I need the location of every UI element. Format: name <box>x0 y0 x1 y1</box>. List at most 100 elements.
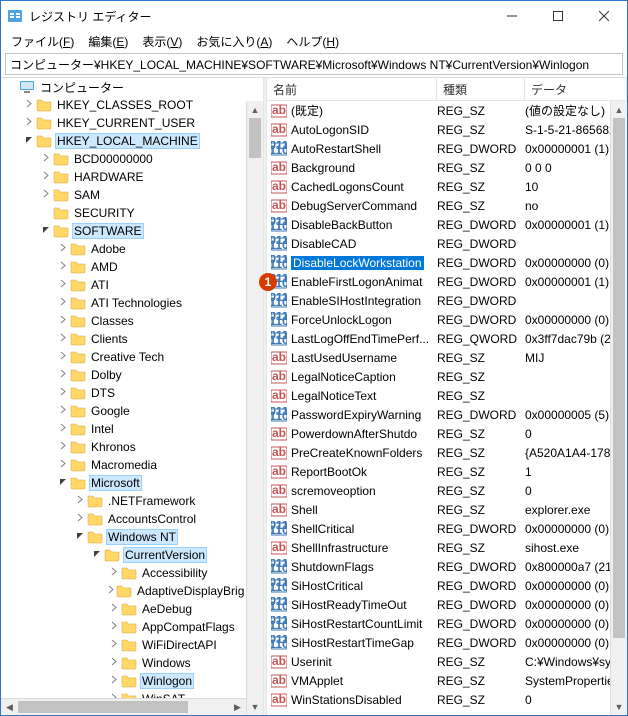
collapse-icon[interactable] <box>56 477 70 489</box>
expand-icon[interactable] <box>22 99 36 111</box>
value-row[interactable]: ShutdownFlagsREG_DWORD0x800000a7 (214 <box>267 557 627 576</box>
tree-node-google[interactable]: Google <box>1 402 246 420</box>
value-row[interactable]: DebugServerCommandREG_SZno <box>267 196 627 215</box>
close-button[interactable] <box>581 1 627 31</box>
tree-node--[interactable]: コンピューター <box>1 78 246 96</box>
tree-node-intel[interactable]: Intel <box>1 420 246 438</box>
tree-node-windows-nt[interactable]: Windows NT <box>1 528 246 546</box>
value-row[interactable]: EnableFirstLogonAnimatREG_DWORD0x0000000… <box>267 272 627 291</box>
value-row[interactable]: ShellREG_SZexplorer.exe <box>267 500 627 519</box>
expand-icon[interactable] <box>56 333 70 345</box>
tree-node-wifidirectapi[interactable]: WiFiDirectAPI <box>1 636 246 654</box>
expand-icon[interactable] <box>56 243 70 255</box>
value-row[interactable]: AutoLogonSIDREG_SZS-1-5-21-865682 <box>267 120 627 139</box>
value-row[interactable]: PasswordExpiryWarningREG_DWORD0x00000005… <box>267 405 627 424</box>
expand-icon[interactable] <box>56 387 70 399</box>
menu-view[interactable]: 表示(V) <box>136 31 188 52</box>
tree-node-winsat[interactable]: WinSAT <box>1 690 246 698</box>
menu-favorites[interactable]: お気に入り(A) <box>190 31 278 52</box>
value-row[interactable]: LastLogOffEndTimePerf...REG_QWORD0x3ff7d… <box>267 329 627 348</box>
tree-node-adaptivedisplaybrig[interactable]: AdaptiveDisplayBrig <box>1 582 246 600</box>
value-row[interactable]: EnableSIHostIntegrationREG_DWORD <box>267 291 627 310</box>
value-row[interactable]: SiHostCriticalREG_DWORD0x00000000 (0) <box>267 576 627 595</box>
minimize-button[interactable] <box>489 1 535 31</box>
column-name[interactable]: 名前 <box>267 78 437 100</box>
tree-node-security[interactable]: SECURITY <box>1 204 246 222</box>
tree-horizontal-scrollbar[interactable]: ◀ ▶ <box>1 698 246 715</box>
address-bar[interactable]: コンピューター¥HKEY_LOCAL_MACHINE¥SOFTWARE¥Micr… <box>5 53 623 75</box>
value-row[interactable]: PreCreateKnownFoldersREG_SZ{A520A1A4-178… <box>267 443 627 462</box>
collapse-icon[interactable] <box>39 225 53 237</box>
tree-node-classes[interactable]: Classes <box>1 312 246 330</box>
collapse-icon[interactable] <box>90 549 104 561</box>
expand-icon[interactable] <box>107 639 121 651</box>
value-row[interactable]: LastUsedUsernameREG_SZMIJ <box>267 348 627 367</box>
value-row[interactable]: DisableLockWorkstationREG_DWORD0x0000000… <box>267 253 627 272</box>
tree-node-dolby[interactable]: Dolby <box>1 366 246 384</box>
expand-icon[interactable] <box>56 405 70 417</box>
expand-icon[interactable] <box>56 297 70 309</box>
collapse-icon[interactable] <box>22 135 36 147</box>
expand-icon[interactable] <box>107 603 121 615</box>
value-row[interactable]: SiHostReadyTimeOutREG_DWORD0x00000000 (0… <box>267 595 627 614</box>
value-row[interactable]: VMAppletREG_SZSystemPropertie <box>267 671 627 690</box>
menu-file[interactable]: ファイル(F) <box>5 31 80 52</box>
tree-node-windows[interactable]: Windows <box>1 654 246 672</box>
value-row[interactable]: DisableBackButtonREG_DWORD0x00000001 (1) <box>267 215 627 234</box>
expand-icon[interactable] <box>107 585 116 597</box>
expand-icon[interactable] <box>22 117 36 129</box>
value-row[interactable]: ForceUnlockLogonREG_DWORD0x00000000 (0) <box>267 310 627 329</box>
value-row[interactable]: PowerdownAfterShutdoREG_SZ0 <box>267 424 627 443</box>
expand-icon[interactable] <box>39 189 53 201</box>
expand-icon[interactable] <box>56 423 70 435</box>
value-row[interactable]: CachedLogonsCountREG_SZ10 <box>267 177 627 196</box>
tree-node-dts[interactable]: DTS <box>1 384 246 402</box>
value-row[interactable]: SiHostRestartCountLimitREG_DWORD0x000000… <box>267 614 627 633</box>
value-row[interactable]: ShellInfrastructureREG_SZsihost.exe <box>267 538 627 557</box>
menu-edit[interactable]: 編集(E) <box>82 31 134 52</box>
value-row[interactable]: scremoveoptionREG_SZ0 <box>267 481 627 500</box>
value-row[interactable]: LegalNoticeCaptionREG_SZ <box>267 367 627 386</box>
expand-icon[interactable] <box>73 513 87 525</box>
collapse-icon[interactable] <box>73 531 87 543</box>
tree-node-sam[interactable]: SAM <box>1 186 246 204</box>
expand-icon[interactable] <box>56 459 70 471</box>
value-row[interactable]: ReportBootOkREG_SZ1 <box>267 462 627 481</box>
tree-node--netframework[interactable]: .NETFramework <box>1 492 246 510</box>
tree-node-aedebug[interactable]: AeDebug <box>1 600 246 618</box>
expand-icon[interactable] <box>39 171 53 183</box>
expand-icon[interactable] <box>107 675 121 687</box>
tree-node-bcd00000000[interactable]: BCD00000000 <box>1 150 246 168</box>
expand-icon[interactable] <box>107 621 121 633</box>
value-row[interactable]: UserinitREG_SZC:¥Windows¥sy <box>267 652 627 671</box>
list-vertical-scrollbar[interactable]: ▲ ▼ <box>610 101 627 715</box>
tree-node-microsoft[interactable]: Microsoft <box>1 474 246 492</box>
expand-icon[interactable] <box>107 657 121 669</box>
expand-icon[interactable] <box>39 153 53 165</box>
expand-icon[interactable] <box>56 369 70 381</box>
value-row[interactable]: DisableCADREG_DWORD <box>267 234 627 253</box>
tree-node-winlogon[interactable]: Winlogon <box>1 672 246 690</box>
tree-node-khronos[interactable]: Khronos <box>1 438 246 456</box>
column-data[interactable]: データ <box>525 78 627 100</box>
expand-icon[interactable] <box>107 567 121 579</box>
value-row[interactable]: SiHostRestartTimeGapREG_DWORD0x00000000 … <box>267 633 627 652</box>
value-row[interactable]: BackgroundREG_SZ0 0 0 <box>267 158 627 177</box>
column-type[interactable]: 種類 <box>437 78 525 100</box>
tree-node-ati[interactable]: ATI <box>1 276 246 294</box>
expand-icon[interactable] <box>56 351 70 363</box>
expand-icon[interactable] <box>56 261 70 273</box>
tree-node-hkey-local-machine[interactable]: HKEY_LOCAL_MACHINE <box>1 132 246 150</box>
tree-node-adobe[interactable]: Adobe <box>1 240 246 258</box>
tree-node-amd[interactable]: AMD <box>1 258 246 276</box>
tree-node-clients[interactable]: Clients <box>1 330 246 348</box>
value-row[interactable]: LegalNoticeTextREG_SZ <box>267 386 627 405</box>
tree-node-hkey-current-user[interactable]: HKEY_CURRENT_USER <box>1 114 246 132</box>
expand-icon[interactable] <box>56 315 70 327</box>
tree-node-hkey-classes-root[interactable]: HKEY_CLASSES_ROOT <box>1 96 246 114</box>
tree-node-creative-tech[interactable]: Creative Tech <box>1 348 246 366</box>
tree-vertical-scrollbar[interactable]: ▲ ▼ <box>246 101 263 715</box>
menu-help[interactable]: ヘルプ(H) <box>280 31 345 52</box>
tree-node-macromedia[interactable]: Macromedia <box>1 456 246 474</box>
expand-icon[interactable] <box>56 441 70 453</box>
